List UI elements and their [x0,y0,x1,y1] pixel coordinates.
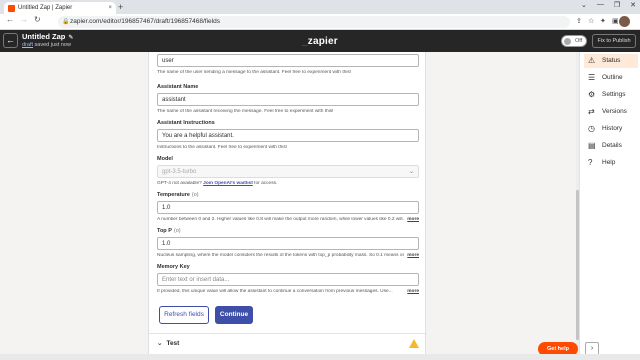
pencil-icon[interactable]: ✎ [68,35,73,41]
temperature-input[interactable]: 1.0 [157,201,419,214]
assistant-instructions-label: Assistant Instructions [157,120,215,126]
temperature-more-link[interactable]: more [404,217,419,222]
toggle-label: Off [575,38,583,44]
model-label: Model [157,156,173,162]
sidebar-item-outline[interactable]: ☰ Outline [584,71,638,85]
memory-key-input[interactable]: Enter text or insert data... [157,273,419,286]
browser-tab[interactable]: Untitled Zap | Zapier × [4,2,116,14]
browser-tab-strip: Untitled Zap | Zapier × + ⌄ — ❐ ✕ [0,0,640,14]
zap-title[interactable]: Untitled Zap ✎ [22,32,73,41]
sidepanel-icon[interactable]: ▣ [612,17,619,25]
clock-icon: ◷ [588,124,595,133]
user-name-input[interactable]: user [157,54,419,67]
sidebar-item-label: Status [602,57,621,64]
extensions-icon[interactable]: ✦ [600,17,606,25]
zapier-logo: _zapier [302,36,338,47]
assistant-name-input[interactable]: assistant [157,93,419,106]
details-icon: ▤ [588,141,596,150]
model-select[interactable]: gpt-3.5-turbo ⌄ [157,165,419,178]
reload-icon[interactable]: ↻ [34,15,41,24]
refresh-fields-button[interactable]: Refresh fields [159,306,209,324]
assistant-name-field: Assistant Name assistant The name of the… [157,84,419,114]
new-tab-button[interactable]: + [118,2,123,12]
zapier-favicon-icon [8,4,15,12]
draft-link[interactable]: draft [22,42,33,48]
tab-search-icon[interactable]: ⌄ [581,1,587,9]
zap-on-off-toggle[interactable]: Off [561,35,587,47]
chevron-down-icon: ⌄ [157,340,163,347]
maximize-icon[interactable]: ❐ [614,1,620,9]
sidebar-item-settings[interactable]: ⚙ Settings [584,88,638,102]
sidebar-item-help[interactable]: ? Help [584,156,638,170]
zap-title-text: Untitled Zap [22,32,66,41]
user-name-help: The name of the user sending a message t… [157,70,352,75]
top-p-help: Nucleus sampling, where the model consid… [157,253,419,258]
step-config-panel: user The name of the user sending a mess… [148,52,426,354]
memory-key-more-link[interactable]: more [404,289,419,294]
url-text: zapier.com/editor/196857467/draft/196857… [70,18,220,25]
top-p-more-link[interactable]: more [404,253,419,258]
gear-icon: ⚙ [588,90,596,99]
url-field[interactable]: 🔒 zapier.com/editor/196857467/draft/1968… [58,16,570,28]
temperature-label: Temperature (o) [157,192,199,198]
memory-key-field: Memory Key Enter text or insert data... … [157,264,419,294]
sidebar-item-history[interactable]: ◷ History [584,122,638,136]
sidebar-item-status[interactable]: ⚠ Status [584,54,638,68]
top-p-field: Top P (o) 1.0 Nucleus sampling, where the… [157,228,419,258]
model-help: GPT-4 not available? Join OpenAI's waitl… [157,181,278,186]
assistant-name-label: Assistant Name [157,84,199,90]
zap-editor-header: ← Untitled Zap ✎ draft saved just now _za… [0,30,640,52]
assistant-instructions-input[interactable]: You are a helpful assistant. [157,129,419,142]
top-p-label: Top P (o) [157,228,181,234]
lock-icon: 🔒 [62,19,70,25]
warning-icon [409,339,419,348]
memory-key-help: If provided, this unique value will allo… [157,289,419,294]
warning-icon: ⚠ [588,56,596,65]
address-bar: ← → ↻ 🔒 zapier.com/editor/196857467/draf… [0,14,640,30]
save-status: draft saved just now [22,42,71,48]
model-value: gpt-3.5-turbo [162,169,197,175]
assistant-name-help: The name of the assistant receiving the … [157,109,334,114]
versions-icon: ⇄ [588,107,595,116]
bookmark-star-icon[interactable]: ☆ [588,17,594,25]
temperature-help: A number between 0 and 2. Higher values … [157,217,419,222]
test-label: Test [166,340,180,347]
memory-key-label: Memory Key [157,264,190,270]
chevron-down-icon: ⌄ [408,169,414,175]
sidebar-item-label: Settings [602,91,626,98]
editor-sidebar: ⚠ Status ☰ Outline ⚙ Settings ⇄ Versions ◷ Hi… [579,52,640,354]
sidebar-item-label: Outline [602,74,623,81]
sidebar-item-label: Help [602,159,616,166]
tab-close-icon[interactable]: × [108,5,112,11]
top-p-input[interactable]: 1.0 [157,237,419,250]
window-controls: ⌄ — ❐ ✕ [581,1,636,9]
test-section-header[interactable]: ⌄ Test [149,333,425,354]
sidebar-item-details[interactable]: ▤ Details [584,139,638,153]
sidebar-item-label: History [602,125,623,132]
outline-icon: ☰ [588,73,596,82]
forward-arrow-icon[interactable]: → [20,15,28,24]
continue-button[interactable]: Continue [215,306,253,324]
fix-to-publish-button[interactable]: Fix to Publish [592,34,636,48]
assistant-instructions-field: Assistant Instructions You are a helpful… [157,120,419,150]
model-field: Model gpt-3.5-turbo ⌄ GPT-4 not availabl… [157,156,419,186]
sidebar-item-versions[interactable]: ⇄ Versions [584,105,638,119]
bottom-bar [0,354,640,360]
sidebar-item-label: Details [602,142,622,149]
assistant-instructions-help: Instructions to the assistant. Feel free… [157,145,288,150]
sidebar-item-label: Versions [602,108,627,115]
minimize-icon[interactable]: — [597,1,604,9]
help-icon: ? [588,158,593,167]
temperature-field: Temperature (o) 1.0 A number between 0 an… [157,192,419,222]
user-name-field: user The name of the user sending a mess… [157,54,419,75]
back-arrow-icon[interactable]: ← [6,15,14,24]
profile-avatar[interactable] [619,16,630,27]
tab-title: Untitled Zap | Zapier [18,5,73,11]
openai-waitlist-link[interactable]: Join OpenAI's waitlist [203,181,253,186]
exit-editor-button[interactable]: ← [3,33,18,48]
share-icon[interactable]: ⇪ [576,17,582,25]
save-status-text: saved just now [34,42,71,48]
window-close-icon[interactable]: ✕ [630,1,636,9]
